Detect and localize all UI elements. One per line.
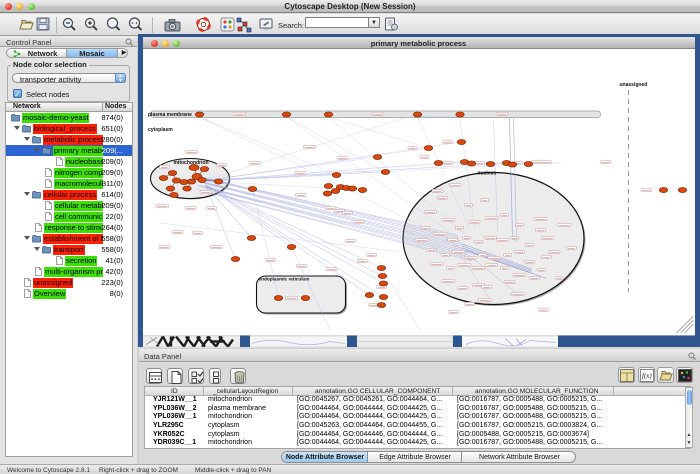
svg-text:mitochondrion: mitochondrion (173, 160, 208, 166)
svg-text:cytoplasm: cytoplasm (148, 127, 173, 133)
svg-text:nucleus: nucleus (477, 171, 496, 177)
svg-text:plasma membrane: plasma membrane (148, 112, 192, 118)
svg-text:f(x): f(x) (642, 372, 652, 380)
svg-text:endoplasmic reticulum: endoplasmic reticulum (258, 277, 309, 282)
svg-text:unassigned: unassigned (619, 82, 647, 88)
